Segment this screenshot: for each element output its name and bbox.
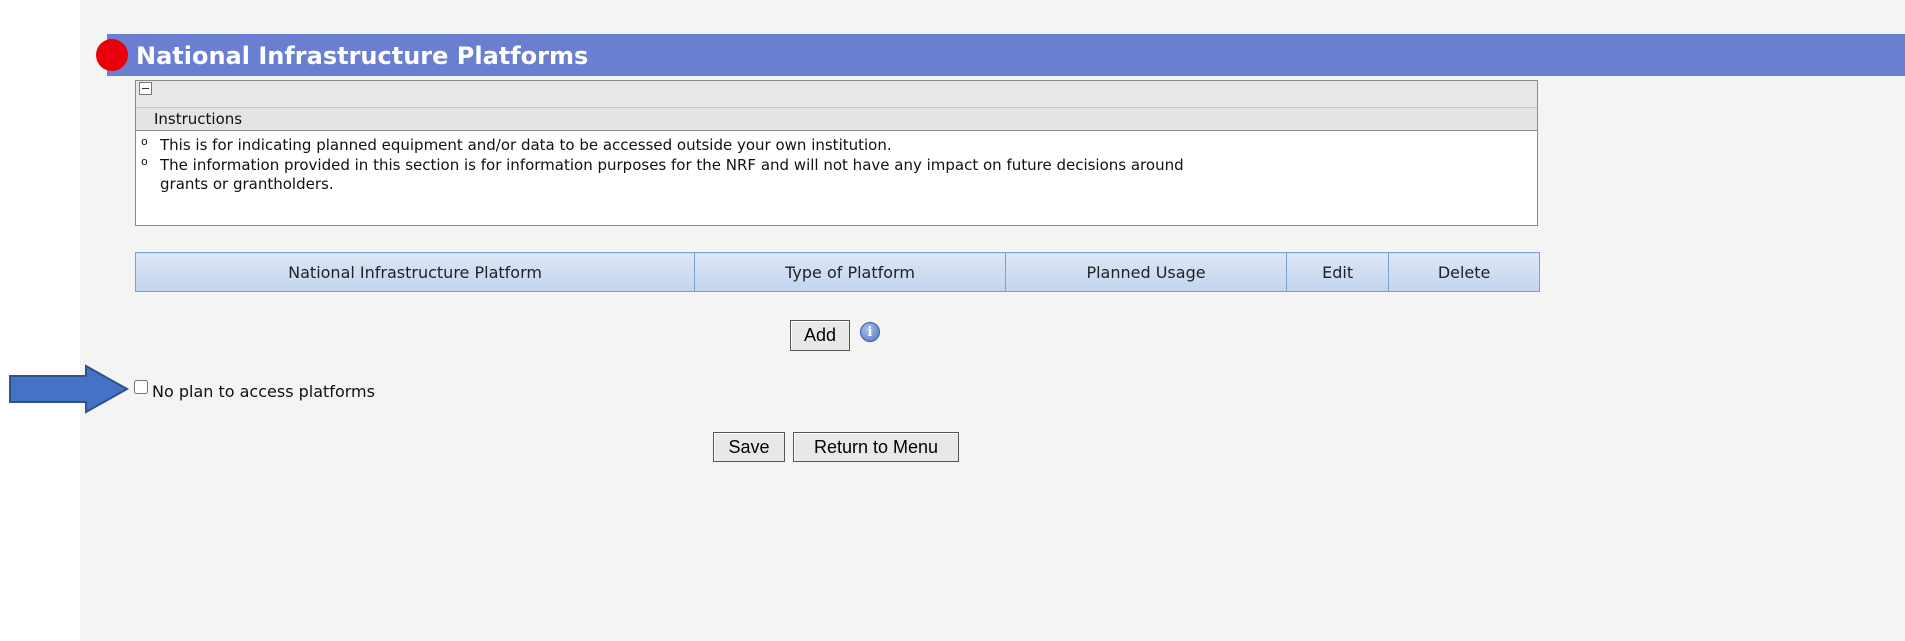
instructions-panel: Instructions This is for indicating plan… (135, 80, 1538, 226)
save-button[interactable]: Save (713, 432, 785, 462)
column-header-planned-usage[interactable]: Planned Usage (1004, 252, 1288, 292)
column-header-edit[interactable]: Edit (1286, 252, 1390, 292)
column-header-type[interactable]: Type of Platform (694, 252, 1006, 292)
page-title: National Infrastructure Platforms (136, 42, 589, 70)
column-header-delete[interactable]: Delete (1388, 252, 1540, 292)
right-arrow-icon (9, 364, 130, 414)
return-to-menu-button[interactable]: Return to Menu (793, 432, 959, 462)
table-header-row: National Infrastructure Platform Type of… (134, 252, 1540, 292)
status-dot-icon (96, 39, 128, 71)
instructions-toolbar (136, 81, 1537, 108)
instructions-list: This is for indicating planned equipment… (136, 131, 1537, 194)
add-button[interactable]: Add (790, 320, 850, 351)
collapse-icon[interactable] (139, 82, 152, 95)
instructions-heading: Instructions (136, 108, 1537, 131)
no-plan-checkbox-label[interactable]: No plan to access platforms (152, 382, 375, 401)
column-header-platform[interactable]: National Infrastructure Platform (134, 252, 696, 292)
instruction-item: The information provided in this section… (136, 152, 1537, 194)
info-icon[interactable]: i (860, 322, 880, 342)
platforms-table: National Infrastructure Platform Type of… (134, 252, 1540, 292)
no-plan-checkbox[interactable] (134, 380, 148, 394)
instruction-item: This is for indicating planned equipment… (136, 132, 1537, 155)
